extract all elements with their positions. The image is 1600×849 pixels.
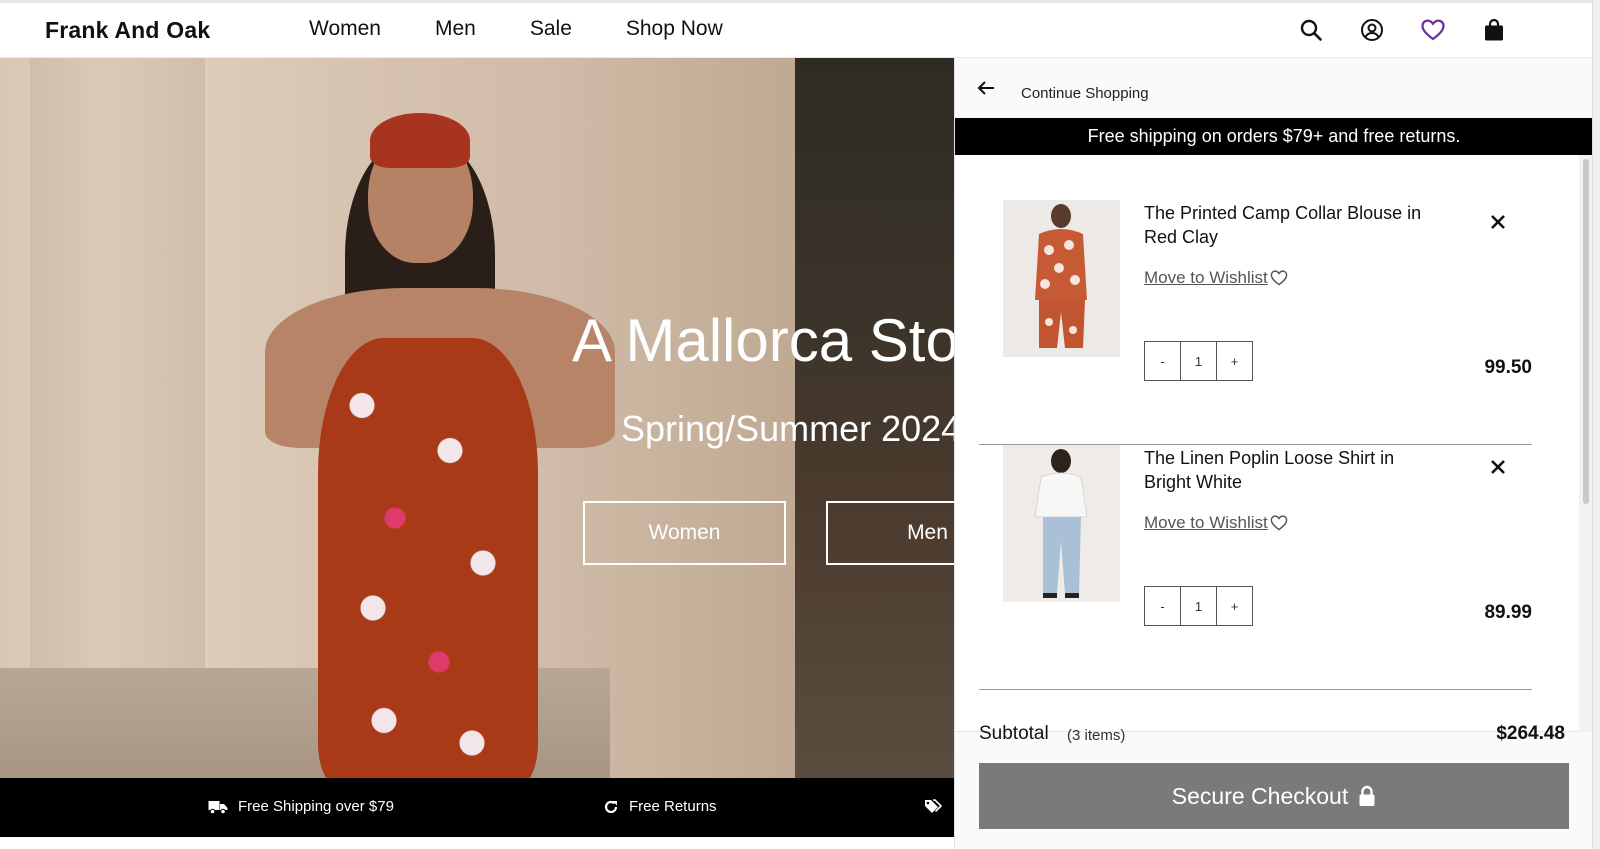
header-actions <box>1264 16 1508 44</box>
hero-banner: A Mallorca Sto Spring/Summer 2024 Women … <box>0 58 954 778</box>
secure-checkout-button[interactable]: Secure Checkout <box>979 763 1569 829</box>
hero-overlay: A Mallorca Sto Spring/Summer 2024 Women … <box>0 58 954 778</box>
remove-item-close-icon[interactable] <box>1490 214 1506 230</box>
promo-bar: Free Shipping over $79 Free Returns <box>0 778 954 837</box>
cart-item-price: 89.99 <box>1484 602 1532 623</box>
cart-item: The Printed Camp Collar Blouse in Red Cl… <box>979 200 1532 445</box>
free-shipping-banner: Free shipping on orders $79+ and free re… <box>955 118 1593 155</box>
search-icon[interactable] <box>1297 16 1325 44</box>
promo-tags <box>924 798 952 814</box>
refresh-icon <box>603 799 619 815</box>
cart-item: The Linen Poplin Loose Shirt in Bright W… <box>979 445 1532 690</box>
promo-free-shipping: Free Shipping over $79 <box>208 798 394 815</box>
continue-shopping-link[interactable]: Continue Shopping <box>1021 85 1149 102</box>
subtotal-row: Subtotal (3 items) $264.48 <box>979 723 1565 753</box>
hero-subtitle: Spring/Summer 2024 <box>621 408 954 449</box>
promo-free-returns-label: Free Returns <box>629 798 717 815</box>
brand-logo[interactable]: Frank And Oak <box>45 17 210 44</box>
quantity-stepper: - 1 + <box>1144 586 1253 626</box>
hero-shop-women-button[interactable]: Women <box>583 501 786 565</box>
nav-link-men[interactable]: Men <box>435 17 476 41</box>
promo-free-returns: Free Returns <box>603 798 717 815</box>
cart-item-price: 99.50 <box>1484 357 1532 378</box>
product-image-linen-shirt[interactable] <box>1003 445 1120 602</box>
subtotal-item-count: (3 items) <box>1067 727 1126 744</box>
account-icon[interactable] <box>1358 16 1386 44</box>
back-arrow-icon[interactable] <box>977 80 997 98</box>
shopping-bag-icon[interactable] <box>1480 16 1508 44</box>
tags-icon <box>924 798 942 814</box>
secure-checkout-label: Secure Checkout <box>1171 782 1349 809</box>
heart-outline-icon <box>1270 270 1288 286</box>
quantity-decrease-button[interactable]: - <box>1145 342 1180 380</box>
subtotal-label: Subtotal <box>979 723 1049 744</box>
cart-items-scrollbar-thumb[interactable] <box>1583 159 1589 504</box>
move-to-wishlist-link[interactable]: Move to Wishlist <box>1144 513 1288 533</box>
quantity-stepper: - 1 + <box>1144 341 1253 381</box>
site-header: Frank And Oak Women Men Sale Shop Now <box>0 3 1592 58</box>
lock-icon <box>1358 785 1376 807</box>
window-scrollbar[interactable] <box>1592 0 1600 849</box>
wishlist-heart-icon[interactable] <box>1419 16 1447 44</box>
product-image-blouse[interactable] <box>1003 200 1120 357</box>
main-nav: Women Men Sale Shop Now <box>309 17 777 41</box>
truck-icon <box>208 799 228 815</box>
quantity-value[interactable]: 1 <box>1180 342 1217 380</box>
hero-title: A Mallorca Sto <box>572 307 954 374</box>
nav-link-shop-now[interactable]: Shop Now <box>626 17 723 41</box>
cart-drawer: Continue Shopping Free shipping on order… <box>954 58 1593 849</box>
cart-items-list: The Printed Camp Collar Blouse in Red Cl… <box>955 155 1579 732</box>
cart-drawer-header: Continue Shopping <box>955 58 1593 118</box>
move-to-wishlist-label: Move to Wishlist <box>1144 268 1268 287</box>
nav-link-sale[interactable]: Sale <box>530 17 572 41</box>
subtotal-amount: $264.48 <box>1496 723 1565 744</box>
quantity-increase-button[interactable]: + <box>1217 342 1252 380</box>
cart-items-scrollbar[interactable] <box>1579 155 1593 732</box>
remove-item-close-icon[interactable] <box>1490 459 1506 475</box>
quantity-increase-button[interactable]: + <box>1217 587 1252 625</box>
page-bottom-strip <box>0 837 954 849</box>
hero-shop-men-button[interactable]: Men <box>826 501 954 565</box>
cart-item-name[interactable]: The Linen Poplin Loose Shirt in Bright W… <box>1144 446 1444 494</box>
move-to-wishlist-link[interactable]: Move to Wishlist <box>1144 268 1288 288</box>
promo-free-shipping-label: Free Shipping over $79 <box>238 798 394 815</box>
cart-item-name[interactable]: The Printed Camp Collar Blouse in Red Cl… <box>1144 201 1444 249</box>
quantity-decrease-button[interactable]: - <box>1145 587 1180 625</box>
nav-link-women[interactable]: Women <box>309 17 381 41</box>
move-to-wishlist-label: Move to Wishlist <box>1144 513 1268 532</box>
quantity-value[interactable]: 1 <box>1180 587 1217 625</box>
heart-outline-icon <box>1270 515 1288 531</box>
